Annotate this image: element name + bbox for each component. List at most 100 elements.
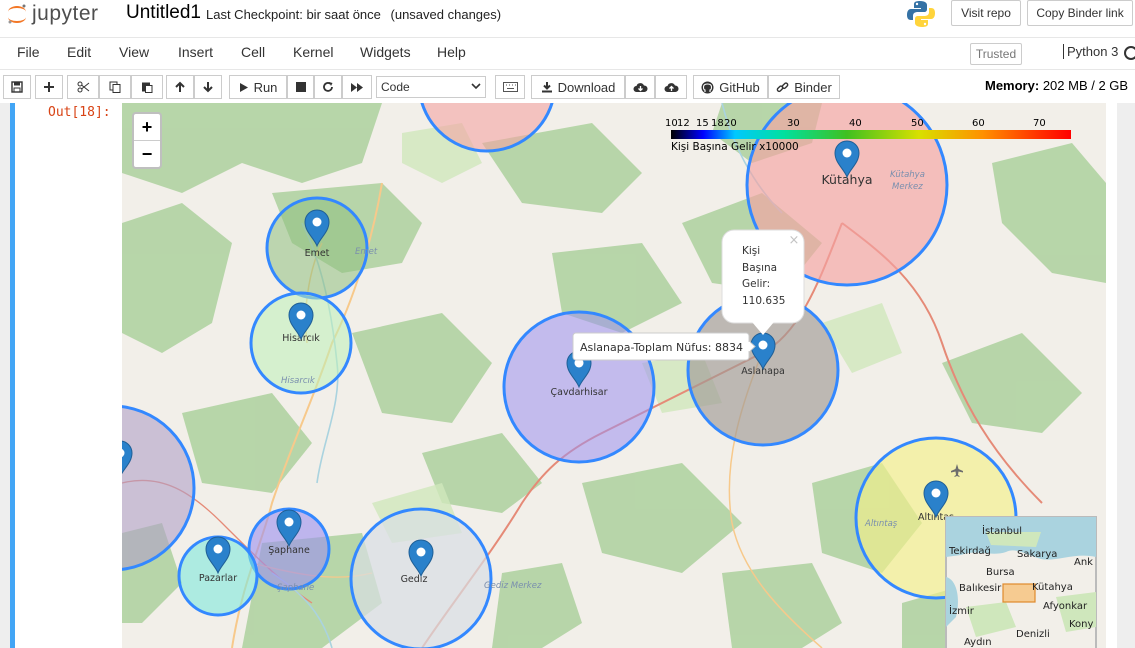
menu-kernel[interactable]: Kernel xyxy=(293,44,333,60)
cloud-upload-icon xyxy=(664,82,679,92)
popup-line: Kişi xyxy=(742,245,760,257)
jupyter-logo[interactable]: jupyter xyxy=(6,2,99,26)
info-popup[interactable]: × Kişi Başına Gelir: 110.635 xyxy=(721,229,805,335)
popup-line: Başına xyxy=(742,262,777,274)
popup-close-button[interactable]: × xyxy=(789,233,800,248)
legend-tick: 60 xyxy=(972,118,985,129)
chevron-down-icon xyxy=(471,83,481,90)
copy-button[interactable] xyxy=(99,75,131,99)
checkpoint-text: Last Checkpoint: bir saat önce xyxy=(206,7,381,22)
checkpoint-status: Last Checkpoint: bir saat önce (unsaved … xyxy=(206,7,501,22)
legend-gradient-bar xyxy=(671,130,1071,139)
cell-type-select[interactable]: Code xyxy=(376,76,486,98)
menu-view[interactable]: View xyxy=(119,44,149,60)
cloud-upload-button[interactable] xyxy=(655,75,687,99)
zoom-in-button[interactable]: + xyxy=(134,114,160,140)
legend-tick: 12 xyxy=(677,118,690,129)
copy-binder-link-button[interactable]: Copy Binder link xyxy=(1027,0,1133,26)
legend-tick: 30 xyxy=(787,118,800,129)
minimap-label: Denizli xyxy=(1016,629,1050,640)
restart-button[interactable] xyxy=(314,75,342,99)
binder-label: Binder xyxy=(794,79,832,95)
scissors-icon xyxy=(77,81,89,93)
menu-edit[interactable]: Edit xyxy=(67,44,91,60)
label-emet: Emet xyxy=(305,248,330,259)
minimap[interactable]: İstanbul Tekirdağ Sakarya Ank Bursa Balı… xyxy=(945,516,1097,648)
district-gediz: Gediz Merkez xyxy=(484,581,542,591)
minimap-label: Tekirdağ xyxy=(948,545,991,557)
memory-value: 202 MB / 2 GB xyxy=(1042,78,1129,93)
copy-icon xyxy=(109,81,121,93)
insert-cell-button[interactable] xyxy=(35,75,63,99)
link-icon xyxy=(776,81,789,92)
popup-line: 110.635 xyxy=(742,295,785,307)
menu-widgets[interactable]: Widgets xyxy=(360,44,411,60)
zoom-control: + − xyxy=(132,112,162,169)
download-label: Download xyxy=(557,79,616,95)
visit-repo-button[interactable]: Visit repo xyxy=(951,0,1021,26)
map-canvas[interactable]: Emet Hisarcık Çavdarhisar Aslanapa Kütah… xyxy=(122,103,1106,648)
label-gediz: Gediz xyxy=(401,574,428,585)
district-kutahya-1: Kütahya xyxy=(890,170,925,180)
notebook-title[interactable]: Untitled1 xyxy=(126,2,201,24)
page-scrollbar[interactable] xyxy=(1117,103,1135,648)
menu-help[interactable]: Help xyxy=(437,44,466,60)
minimap-label: Balıkesir xyxy=(959,583,1002,594)
minimap-label: İstanbul xyxy=(982,524,1022,537)
jupyter-logo-text: jupyter xyxy=(32,2,99,25)
memory-label: Memory: xyxy=(985,78,1040,93)
output-prompt: Out[18]: xyxy=(48,105,111,120)
play-icon xyxy=(239,82,248,92)
python-logo-icon xyxy=(906,0,936,33)
stop-icon xyxy=(295,82,306,92)
legend-tick: 15 xyxy=(696,118,709,129)
legend-caption: Kişi Başına Gelir x10000 xyxy=(671,141,799,153)
minimap-viewport[interactable] xyxy=(1002,583,1036,603)
notebook-header: jupyter Untitled1 Last Checkpoint: bir s… xyxy=(0,0,1135,72)
github-label: GitHub xyxy=(719,79,760,95)
cell-type-value: Code xyxy=(381,80,410,94)
district-saphane: Şaphane xyxy=(277,583,314,593)
cloud-download-button[interactable] xyxy=(625,75,655,99)
paste-button[interactable] xyxy=(131,75,163,99)
tooltip-text: Aslanapa-Toplam Nüfus: 8834 xyxy=(580,341,743,354)
kernel-name[interactable]: Python 3 xyxy=(1063,44,1118,59)
minimap-label: Aydın xyxy=(964,637,992,648)
save-icon xyxy=(11,81,23,93)
paste-icon xyxy=(142,82,153,93)
legend-tick: 40 xyxy=(849,118,862,129)
menu-file[interactable]: File xyxy=(17,44,40,60)
menu-cell[interactable]: Cell xyxy=(241,44,265,60)
folium-map[interactable]: Emet Hisarcık Çavdarhisar Aslanapa Kütah… xyxy=(122,103,1106,648)
notebook-toolbar: Run Code Download GitHub Binder Memory: … xyxy=(0,72,1135,103)
legend-tick: 50 xyxy=(911,118,924,129)
kernel-status-icon xyxy=(1124,46,1135,60)
cloud-download-icon xyxy=(633,82,648,92)
command-palette-button[interactable] xyxy=(495,75,525,99)
popup-line: Gelir: xyxy=(742,278,770,290)
move-up-button[interactable] xyxy=(166,75,194,99)
save-button[interactable] xyxy=(3,75,31,99)
binder-button[interactable]: Binder xyxy=(768,75,840,99)
download-icon xyxy=(541,82,552,93)
minimap-label: Kony xyxy=(1069,619,1094,630)
label-pazarlar: Pazarlar xyxy=(199,573,237,584)
run-label: Run xyxy=(253,79,278,95)
keyboard-icon xyxy=(502,82,518,92)
cut-button[interactable] xyxy=(67,75,99,99)
zoom-out-button[interactable]: − xyxy=(134,140,160,167)
move-down-button[interactable] xyxy=(194,75,222,99)
restart-run-all-button[interactable] xyxy=(342,75,372,99)
minimap-label: Afyonkar xyxy=(1043,601,1088,612)
github-button[interactable]: GitHub xyxy=(693,75,768,99)
run-button[interactable]: Run xyxy=(229,75,287,99)
unsaved-indicator: (unsaved changes) xyxy=(390,7,502,22)
legend-tick: 20 xyxy=(724,118,737,129)
menu-insert[interactable]: Insert xyxy=(178,44,213,60)
download-button[interactable]: Download xyxy=(531,75,625,99)
district-emet: Emet xyxy=(355,247,378,257)
minimap-label: Ank xyxy=(1074,557,1093,568)
minimap-label: Bursa xyxy=(986,567,1015,578)
interrupt-button[interactable] xyxy=(287,75,314,99)
trusted-indicator[interactable]: Trusted xyxy=(970,43,1022,65)
